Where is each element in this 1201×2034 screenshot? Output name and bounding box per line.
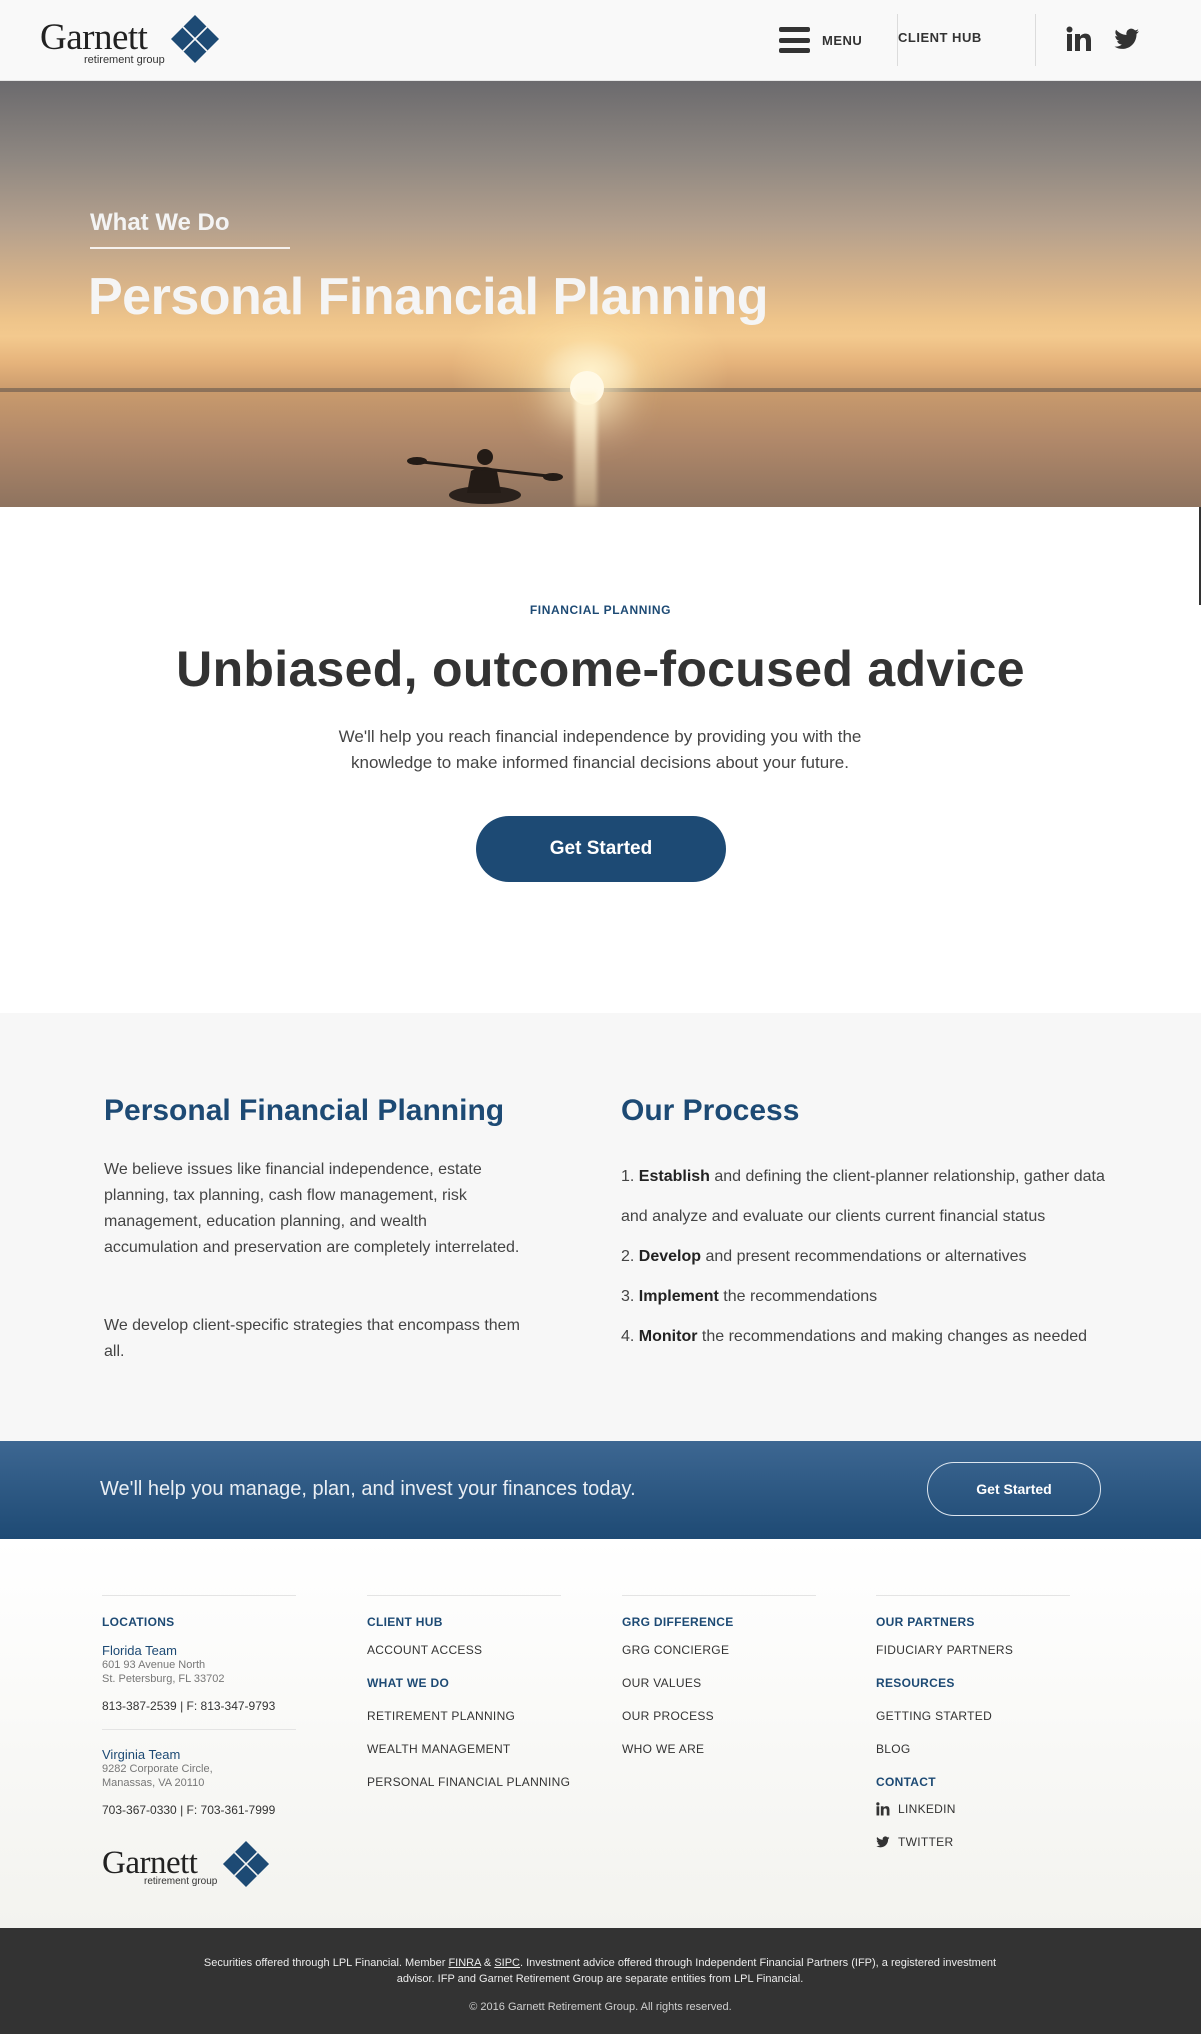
logo-tagline: retirement group bbox=[144, 1876, 218, 1887]
our-process-link[interactable]: OUR PROCESS bbox=[622, 1709, 714, 1723]
process-step: 2. Develop and present recommendations o… bbox=[621, 1246, 1027, 1268]
diamond-logo-icon bbox=[222, 1840, 270, 1888]
site-footer: LOCATIONS Florida Team 601 93 Avenue Nor… bbox=[0, 1539, 1201, 1928]
fiduciary-partners-link[interactable]: FIDUCIARY PARTNERS bbox=[876, 1643, 1013, 1657]
personal-financial-planning-link[interactable]: PERSONAL FINANCIAL PLANNING bbox=[367, 1775, 570, 1789]
virginia-address-line: 9282 Corporate Circle, bbox=[102, 1763, 213, 1775]
banner-text: We'll help you manage, plan, and invest … bbox=[100, 1478, 636, 1500]
twitter-label: TWITTER bbox=[898, 1835, 954, 1849]
process-step-keyword: Develop bbox=[638, 1248, 702, 1265]
hero-subtitle: What We Do bbox=[90, 209, 230, 236]
footer-twitter-link[interactable]: TWITTER bbox=[876, 1835, 953, 1849]
what-we-do-heading: WHAT WE DO bbox=[367, 1676, 450, 1690]
process-step-num: 4. bbox=[621, 1328, 635, 1345]
site-header: Garnett retirement group MENU CLIENT HUB bbox=[0, 0, 1201, 81]
locations-heading: LOCATIONS bbox=[102, 1615, 175, 1629]
twitter-icon bbox=[876, 1836, 890, 1848]
cta-banner: We'll help you manage, plan, and invest … bbox=[0, 1441, 1201, 1539]
header-divider bbox=[1035, 14, 1036, 66]
locations-divider bbox=[102, 1729, 296, 1730]
diamond-logo-icon bbox=[171, 15, 219, 63]
florida-team-link[interactable]: Florida Team bbox=[102, 1643, 177, 1658]
hero-banner: What We Do Personal Financial Planning bbox=[0, 81, 1201, 507]
client-hub-link[interactable]: CLIENT HUB bbox=[898, 30, 982, 45]
florida-phone: 813-387-2539 | F: 813-347-9793 bbox=[102, 1699, 276, 1713]
garnett-logo[interactable]: Garnett retirement group bbox=[40, 14, 220, 68]
process-step: 1. Establish and defining the client-pla… bbox=[621, 1166, 1105, 1188]
process-step-num: 2. bbox=[621, 1248, 635, 1265]
process-step-num: 1. bbox=[621, 1168, 635, 1185]
process-step-text: the recommendations and making changes a… bbox=[697, 1328, 1088, 1345]
contact-heading: CONTACT bbox=[876, 1775, 936, 1789]
logo-wordmark: Garnett bbox=[40, 17, 148, 58]
footer-rule bbox=[622, 1595, 816, 1596]
footer-rule bbox=[367, 1595, 561, 1596]
retirement-planning-link[interactable]: RETIREMENT PLANNING bbox=[367, 1709, 515, 1723]
account-access-link[interactable]: ACCOUNT ACCESS bbox=[367, 1643, 482, 1657]
hero-underline bbox=[90, 247, 290, 249]
process-step-text: the recommendations bbox=[718, 1288, 878, 1305]
wealth-management-link[interactable]: WEALTH MANAGEMENT bbox=[367, 1742, 511, 1756]
process-step: 3. Implement the recommendations bbox=[621, 1286, 877, 1308]
planning-paragraph-1: We believe issues like financial indepen… bbox=[104, 1161, 520, 1256]
menu-label: MENU bbox=[822, 32, 863, 48]
legal-bar: Securities offered through LPL Financial… bbox=[0, 1928, 1201, 2034]
legal-text: & bbox=[480, 1957, 495, 1969]
florida-address-line: 601 93 Avenue North bbox=[102, 1659, 206, 1671]
hero-water bbox=[0, 392, 1201, 507]
grg-concierge-link[interactable]: GRG CONCIERGE bbox=[622, 1643, 729, 1657]
footer-linkedin-link[interactable]: LINKEDIN bbox=[876, 1802, 956, 1816]
client-hub-heading: CLIENT HUB bbox=[367, 1615, 443, 1629]
kayaker-silhouette bbox=[407, 449, 563, 504]
linkedin-icon bbox=[876, 1802, 890, 1816]
process-title: Our Process bbox=[621, 1094, 800, 1127]
getting-started-link[interactable]: GETTING STARTED bbox=[876, 1709, 992, 1723]
info-section: Personal Financial Planning We believe i… bbox=[0, 1013, 1201, 1441]
linkedin-label: LINKEDIN bbox=[898, 1802, 956, 1816]
process-step-text: and present recommendations or alternati… bbox=[701, 1248, 1027, 1265]
intro-text: We'll help you reach financial independe… bbox=[338, 727, 862, 772]
linkedin-icon[interactable] bbox=[1066, 26, 1092, 52]
virginia-address-line: Manassas, VA 20110 bbox=[102, 1777, 205, 1789]
grg-difference-heading: GRG DIFFERENCE bbox=[622, 1615, 734, 1629]
intro-title: Unbiased, outcome-focused advice bbox=[176, 641, 1025, 697]
process-step-text: and analyze and evaluate our clients cur… bbox=[621, 1208, 1046, 1225]
process-step-keyword: Establish bbox=[638, 1168, 710, 1185]
process-step-keyword: Implement bbox=[638, 1288, 719, 1305]
our-values-link[interactable]: OUR VALUES bbox=[622, 1676, 701, 1690]
hamburger-icon bbox=[779, 27, 810, 53]
process-step: 4. Monitor the recommendations and makin… bbox=[621, 1326, 1087, 1348]
planning-paragraph-2: We develop client-specific strategies th… bbox=[104, 1317, 520, 1360]
process-step-num: 3. bbox=[621, 1288, 635, 1305]
menu-button[interactable]: MENU bbox=[779, 20, 862, 60]
footer-rule bbox=[876, 1595, 1070, 1596]
get-started-button[interactable]: Get Started bbox=[476, 816, 726, 882]
hero-sun-reflection bbox=[575, 392, 597, 507]
process-step-continued: and analyze and evaluate our clients cur… bbox=[621, 1206, 1045, 1228]
copyright-text: © 2016 Garnett Retirement Group. All rig… bbox=[469, 2001, 732, 2013]
sipc-link[interactable]: SIPC bbox=[494, 1957, 520, 1969]
twitter-icon[interactable] bbox=[1114, 26, 1140, 52]
footer-garnett-logo[interactable]: Garnett retirement group bbox=[102, 1840, 270, 1890]
florida-address-line: St. Petersburg, FL 33702 bbox=[102, 1673, 225, 1685]
legal-text: Securities offered through LPL Financial… bbox=[203, 1957, 449, 1969]
footer-rule bbox=[102, 1595, 296, 1596]
virginia-phone: 703-367-0330 | F: 703-361-7999 bbox=[102, 1803, 276, 1817]
process-step-text: and defining the client-planner relation… bbox=[709, 1168, 1105, 1185]
resources-heading: RESOURCES bbox=[876, 1676, 955, 1690]
hero-title: Personal Financial Planning bbox=[88, 268, 769, 326]
process-step-keyword: Monitor bbox=[638, 1328, 698, 1345]
blog-link[interactable]: BLOG bbox=[876, 1742, 911, 1756]
logo-tagline: retirement group bbox=[84, 54, 165, 66]
who-we-are-link[interactable]: WHO WE ARE bbox=[622, 1742, 704, 1756]
legal-disclosure: Securities offered through LPL Financial… bbox=[190, 1955, 1010, 1987]
planning-title: Personal Financial Planning bbox=[104, 1094, 505, 1127]
finra-link[interactable]: FINRA bbox=[448, 1957, 480, 1969]
our-partners-heading: OUR PARTNERS bbox=[876, 1615, 975, 1629]
virginia-team-link[interactable]: Virginia Team bbox=[102, 1747, 180, 1762]
banner-get-started-button[interactable]: Get Started bbox=[927, 1462, 1101, 1516]
intro-eyebrow: FINANCIAL PLANNING bbox=[529, 603, 672, 617]
